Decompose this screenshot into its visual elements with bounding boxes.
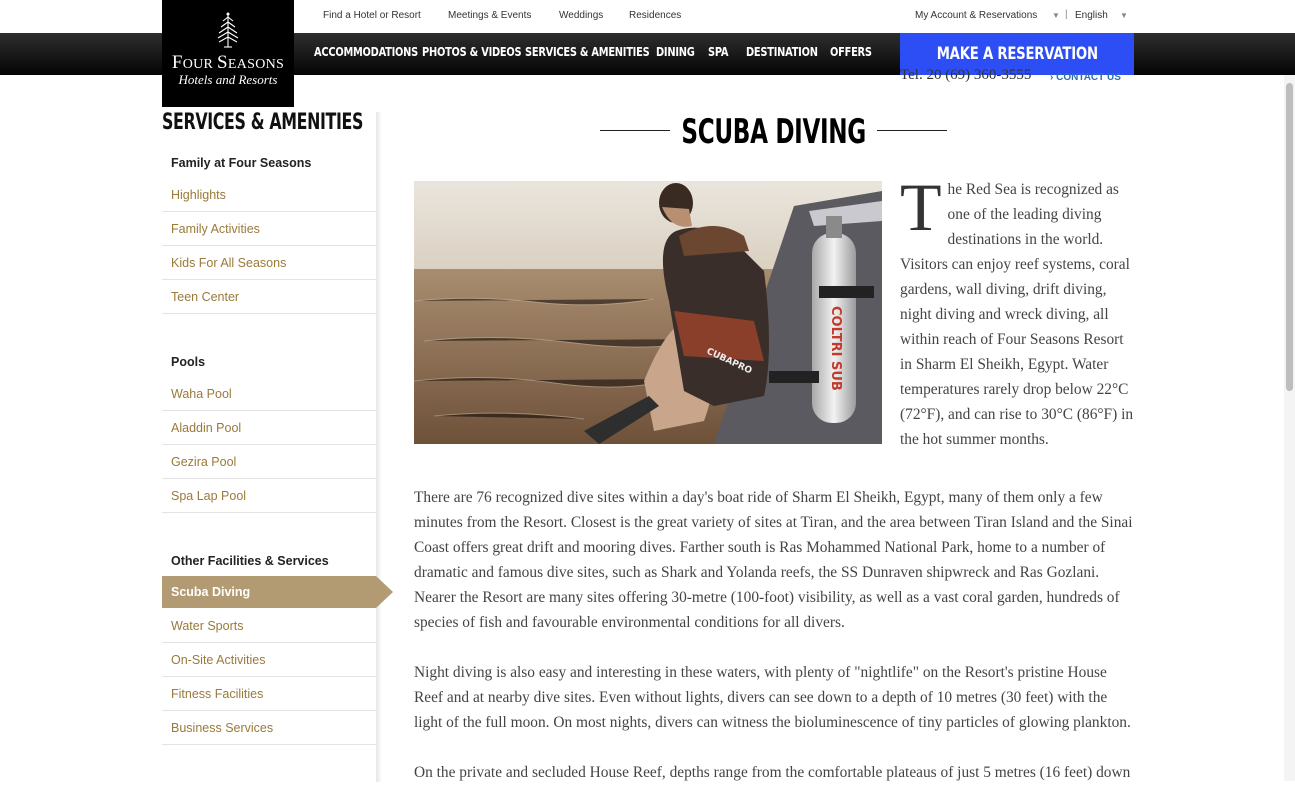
sidebar-item-on-site-activities[interactable]: On-Site Activities xyxy=(162,643,376,677)
sidebar-item-label: Highlights xyxy=(171,188,226,202)
phone-number: Tel. 20 (69) 360-3555 xyxy=(900,67,1032,83)
sidebar-item-label: Fitness Facilities xyxy=(171,687,264,701)
util-separator: | xyxy=(1065,9,1068,20)
intro-paragraph: The Red Sea is recognized as one of the … xyxy=(900,169,1138,452)
sidebar-item-waha-pool[interactable]: Waha Pool xyxy=(162,377,376,411)
sidebar-item-water-sports[interactable]: Water Sports xyxy=(162,609,376,643)
logo-subtitle: Hotels and Resorts xyxy=(178,72,278,87)
language-selector[interactable]: English xyxy=(1075,10,1108,21)
scrollbar-thumb[interactable] xyxy=(1286,83,1293,391)
sidebar-item-gezira-pool[interactable]: Gezira Pool xyxy=(162,445,376,479)
tree-logo-icon xyxy=(217,12,239,48)
sidebar-item-aladdin-pool[interactable]: Aladdin Pool xyxy=(162,411,376,445)
body-paragraph-house-reef: On the private and secluded House Reef, … xyxy=(414,764,1131,781)
sidebar-item-label: Scuba Diving xyxy=(171,585,251,599)
account-menu[interactable]: My Account & Reservations xyxy=(915,10,1037,21)
sidebar-divider xyxy=(376,112,382,782)
sidebar-item-label: Family Activities xyxy=(171,222,260,236)
sidebar-item-label: On-Site Activities xyxy=(171,653,266,667)
nav-spa[interactable]: SPA xyxy=(708,45,729,59)
sidebar-section-family: Family at Four Seasons xyxy=(171,156,312,170)
page-title-text: SCUBA DIVING xyxy=(681,112,866,152)
contact-us-link[interactable]: › CONTACT US xyxy=(1050,72,1121,83)
sidebar-item-kids-for-all-seasons[interactable]: Kids For All Seasons xyxy=(162,246,376,280)
sidebar-item-label: Business Services xyxy=(171,721,274,735)
sidebar-item-label: Teen Center xyxy=(171,290,240,304)
sidebar-item-scuba-diving[interactable]: Scuba Diving xyxy=(162,576,393,608)
four-seasons-logo[interactable]: FOUR SEASONS Hotels and Resorts xyxy=(162,0,294,107)
sidebar-item-label: Gezira Pool xyxy=(171,455,237,469)
page-title: SCUBA DIVING xyxy=(600,108,947,154)
make-reservation-label: MAKE A RESERVATION xyxy=(936,44,1098,64)
nav-offers[interactable]: OFFERS xyxy=(830,45,872,59)
sidebar-item-family-activities[interactable]: Family Activities xyxy=(162,212,376,246)
util-link-meetings[interactable]: Meetings & Events xyxy=(448,10,531,21)
nav-services-amenities[interactable]: SERVICES & AMENITIES xyxy=(525,45,650,59)
sidebar-item-business-services[interactable]: Business Services xyxy=(162,711,376,745)
scuba-diver-photo: COLTRI SUB CUBAPRO xyxy=(414,181,882,444)
drop-cap: T xyxy=(900,169,942,245)
logo-brand-name: FOUR SEASONS xyxy=(171,52,285,73)
sidebar-item-spa-lap-pool[interactable]: Spa Lap Pool xyxy=(162,479,376,513)
nav-dining[interactable]: DINING xyxy=(656,45,695,59)
nav-accommodations[interactable]: ACCOMMODATIONS xyxy=(314,45,418,59)
sidebar-item-label: Spa Lap Pool xyxy=(171,489,247,503)
sidebar-item-highlights[interactable]: Highlights xyxy=(162,178,376,212)
page-scrollbar[interactable] xyxy=(1284,75,1295,781)
tank-label: COLTRI SUB xyxy=(828,306,843,391)
sidebar-item-teen-center[interactable]: Teen Center xyxy=(162,280,376,314)
sidebar-item-label: Aladdin Pool xyxy=(171,421,242,435)
nav-photos-videos[interactable]: PHOTOS & VIDEOS xyxy=(422,45,522,59)
body-paragraph-dive-sites: There are 76 recognized dive sites withi… xyxy=(414,489,1133,631)
util-link-weddings[interactable]: Weddings xyxy=(559,10,603,21)
scuba-diver-image: COLTRI SUB CUBAPRO xyxy=(414,181,882,444)
util-link-find-hotel[interactable]: Find a Hotel or Resort xyxy=(323,10,421,21)
sidebar-item-label: Waha Pool xyxy=(171,387,232,401)
language-caret-icon[interactable]: ▼ xyxy=(1120,11,1128,20)
sidebar-item-fitness-facilities[interactable]: Fitness Facilities xyxy=(162,677,376,711)
sidebar-item-label: Kids For All Seasons xyxy=(171,256,287,270)
sidebar-title: SERVICES & AMENITIES xyxy=(162,110,364,135)
util-link-residences[interactable]: Residences xyxy=(629,10,681,21)
sidebar-item-label: Water Sports xyxy=(171,619,244,633)
body-paragraph-night-diving: Night diving is also easy and interestin… xyxy=(414,664,1131,731)
active-arrow-icon xyxy=(376,576,393,608)
account-caret-icon[interactable]: ▼ xyxy=(1052,11,1060,20)
sidebar-section-pools: Pools xyxy=(171,355,206,369)
sidebar-section-other-facilities: Other Facilities & Services xyxy=(171,554,329,568)
nav-destination[interactable]: DESTINATION xyxy=(746,45,818,59)
